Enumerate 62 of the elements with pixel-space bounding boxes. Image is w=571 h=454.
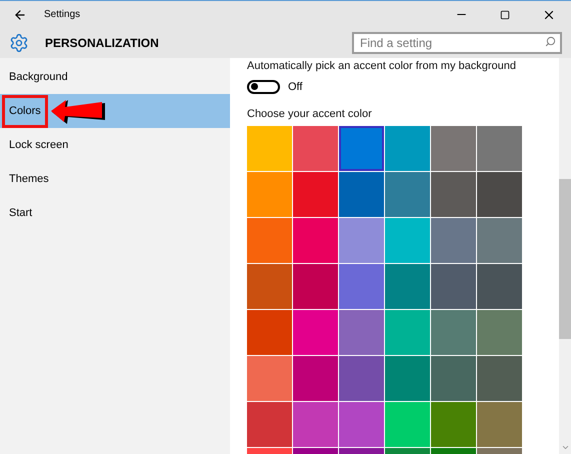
color-swatch[interactable] (477, 402, 522, 446)
scrollbar[interactable] (559, 58, 571, 454)
color-swatch[interactable] (385, 172, 430, 216)
color-swatch[interactable] (247, 402, 292, 446)
window-title: Settings (44, 8, 82, 22)
color-swatch[interactable] (385, 264, 430, 308)
color-swatch[interactable] (293, 402, 338, 446)
color-swatch[interactable] (477, 356, 522, 400)
search-icon (545, 36, 556, 47)
color-swatch[interactable] (385, 218, 430, 262)
arrow-icon (50, 97, 106, 125)
setting-label: Automatically pick an accent color from my background (247, 59, 518, 74)
color-swatch[interactable] (247, 310, 292, 354)
color-swatch[interactable] (477, 218, 522, 262)
color-swatch[interactable] (477, 172, 522, 216)
color-swatch[interactable] (339, 218, 384, 262)
sidebar-item[interactable]: Start (0, 196, 230, 230)
color-swatch[interactable] (477, 310, 522, 354)
section-label: Choose your accent color (247, 107, 373, 122)
color-swatch[interactable] (339, 264, 384, 308)
color-swatch[interactable] (431, 264, 476, 308)
toggle-state: Off (288, 80, 302, 94)
color-swatch[interactable] (431, 218, 476, 262)
color-swatch[interactable] (247, 218, 292, 262)
search-field[interactable]: Find a setting (352, 32, 562, 54)
color-swatch[interactable] (247, 356, 292, 400)
color-swatch[interactable] (477, 126, 522, 170)
color-swatch[interactable] (293, 264, 338, 308)
color-swatch[interactable] (247, 126, 292, 170)
sidebar-item[interactable]: Themes (0, 162, 230, 196)
color-swatch[interactable] (385, 402, 430, 446)
sidebar-item[interactable]: Colors (0, 94, 230, 128)
color-swatch[interactable] (431, 126, 476, 170)
color-swatch[interactable] (385, 126, 430, 170)
color-swatch[interactable] (293, 126, 338, 170)
color-swatch[interactable] (339, 172, 384, 216)
page-title: PERSONALIZATION (45, 35, 160, 52)
color-swatch[interactable] (247, 172, 292, 216)
color-swatch[interactable] (339, 402, 384, 446)
color-swatch[interactable] (339, 126, 384, 170)
color-swatch[interactable] (293, 218, 338, 262)
color-swatch[interactable] (431, 356, 476, 400)
settings-icon (9, 33, 29, 53)
color-swatch[interactable] (385, 310, 430, 354)
color-swatch[interactable] (293, 356, 338, 400)
back-icon (13, 8, 27, 22)
color-swatch[interactable] (431, 172, 476, 216)
sidebar-item[interactable]: Lock screen (0, 128, 230, 162)
color-swatch[interactable] (247, 264, 292, 308)
color-swatch[interactable] (431, 402, 476, 446)
color-swatch[interactable] (385, 356, 430, 400)
maximize-icon (500, 10, 510, 20)
color-swatch[interactable] (293, 172, 338, 216)
color-swatch[interactable] (293, 310, 338, 354)
color-swatch[interactable] (431, 310, 476, 354)
scroll-down-icon (560, 443, 570, 452)
toggle-switch[interactable] (247, 80, 280, 94)
highlight-frame (2, 95, 48, 128)
color-swatch[interactable] (339, 310, 384, 354)
color-swatch[interactable] (339, 356, 384, 400)
sidebar-item[interactable]: Background (0, 60, 230, 94)
color-swatch[interactable] (477, 264, 522, 308)
